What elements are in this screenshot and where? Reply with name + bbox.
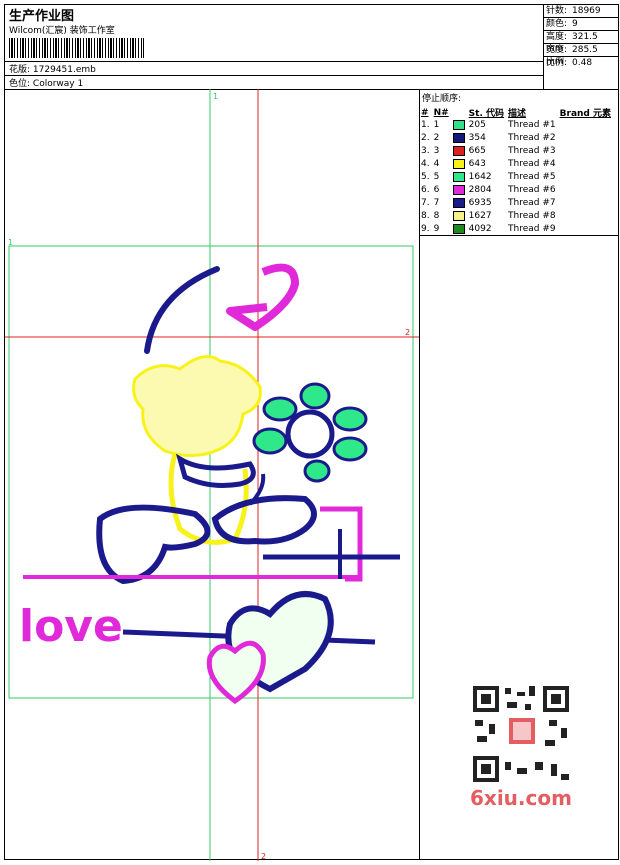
- flower: [252, 382, 368, 483]
- page-title: 生产作业图: [9, 9, 75, 24]
- table-row: 3. 3 665 Thread #3: [421, 145, 556, 156]
- heart-small: [206, 640, 266, 705]
- color-swatch: [452, 184, 465, 195]
- color-swatch: [452, 132, 465, 143]
- design-preview: 1 1 2 2 love: [5, 89, 419, 861]
- bear-arm: [175, 453, 256, 488]
- table-row: 9. 9 4092 Thread #9: [421, 223, 556, 234]
- pattern-row: 花版: 1729451.emb: [5, 61, 543, 75]
- thread-table: # N# St. 代码 描述 Brand 元素 1. 1 205 Thread #1…: [421, 106, 615, 236]
- table-row: 8. 8 1627 Thread #8: [421, 210, 556, 221]
- table-row: 2. 2 354 Thread #2: [421, 132, 556, 143]
- number-two-shape: [226, 263, 299, 331]
- color-swatch: [452, 119, 465, 130]
- color-swatch: [452, 223, 465, 234]
- guide-marker-bottom: 2: [261, 852, 266, 861]
- stat-width: 宽度: 285.5 mm: [543, 44, 618, 67]
- bear-leg-right: [211, 495, 317, 545]
- watermark-site: 6xiu.com: [470, 786, 572, 810]
- qr-code-icon: [465, 678, 577, 790]
- color-swatch: [452, 210, 465, 221]
- stats-box: 针数: 18969 颜色: 9 高度: 321.5 mm 宽度: 285.5 mm 比例…: [543, 5, 618, 89]
- guide-marker-top: 1: [213, 92, 218, 101]
- color-swatch: [452, 171, 465, 182]
- header-info: 生产作业图 Wilcom(汇宸) 装饰工作室 花版: 1729451.emb 色…: [5, 5, 544, 89]
- table-row: 1. 1 205 Thread #1: [421, 119, 556, 130]
- color-swatch: [452, 158, 465, 169]
- bear-leg-left: [96, 504, 211, 585]
- color-swatch: [452, 197, 465, 208]
- colorway-value: Colorway 1: [32, 79, 84, 89]
- bear-head: [132, 355, 262, 457]
- stat-scale: 比例: 0.48: [546, 58, 593, 68]
- stop-sequence-panel: 停止顺序: # N# St. 代码 描述 Brand 元素 1. 1 205 Thr…: [419, 89, 618, 236]
- stop-sequence-title: 停止顺序:: [422, 94, 462, 104]
- barcode: [9, 38, 144, 58]
- table-row: 6. 6 2804 Thread #6: [421, 184, 556, 195]
- header: 生产作业图 Wilcom(汇宸) 装饰工作室 花版: 1729451.emb 色…: [5, 5, 618, 90]
- thread-table-header: # N# St. 代码 描述 Brand 元素: [421, 107, 612, 120]
- design-canvas: 1 1 2 2 love: [5, 89, 420, 861]
- stat-stitches: 针数: 18969: [543, 5, 618, 18]
- colorway-row: 色位: Colorway 1: [5, 75, 543, 89]
- table-row: 7. 7 6935 Thread #7: [421, 197, 556, 208]
- company-name: Wilcom(汇宸) 装饰工作室: [9, 26, 115, 36]
- guide-marker-left: 1: [8, 238, 13, 247]
- table-row: 5. 5 1642 Thread #5: [421, 171, 556, 182]
- arc-stroke: [144, 266, 220, 354]
- table-row: 4. 4 643 Thread #4: [421, 158, 556, 169]
- stat-colors: 颜色: 9: [543, 18, 618, 31]
- pattern-value: 1729451.emb: [32, 65, 96, 75]
- color-swatch: [452, 145, 465, 156]
- pattern-label: 花版:: [9, 65, 31, 75]
- guide-marker-right: 2: [405, 328, 410, 337]
- stat-height: 高度: 321.5 mm: [543, 31, 618, 54]
- colorway-label: 色位:: [9, 79, 31, 89]
- love-text: love: [19, 601, 123, 652]
